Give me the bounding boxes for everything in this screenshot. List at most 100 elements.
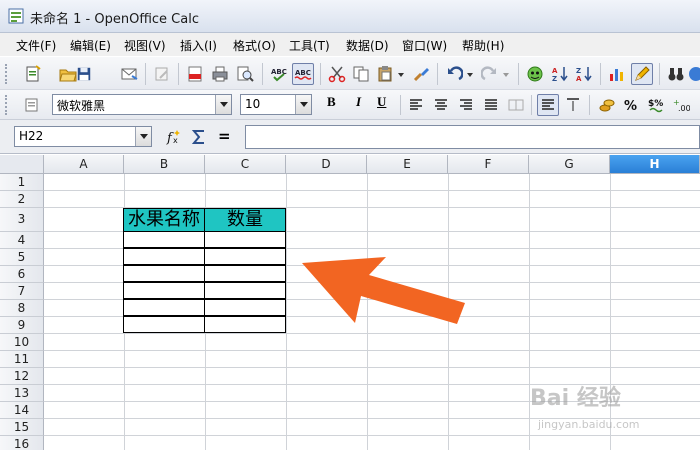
cell-c5[interactable]: [204, 248, 286, 265]
function-button[interactable]: =: [218, 127, 231, 145]
print-button[interactable]: [209, 63, 231, 85]
chevron-down-icon[interactable]: [135, 127, 151, 146]
row-header-10[interactable]: 10: [0, 334, 44, 351]
function-wizard-button[interactable]: fx: [163, 126, 185, 148]
column-header-g[interactable]: G: [529, 155, 610, 174]
cell-b5[interactable]: [123, 248, 205, 265]
navigator-button[interactable]: [524, 63, 546, 85]
row-header-2[interactable]: 2: [0, 191, 44, 208]
row-header-6[interactable]: 6: [0, 266, 44, 283]
cell-b4[interactable]: [123, 231, 205, 248]
toolbar-grip[interactable]: [5, 95, 8, 115]
add-decimal-button[interactable]: + .00: [670, 94, 692, 116]
new-document-button[interactable]: [22, 63, 44, 85]
paste-button[interactable]: [374, 63, 396, 85]
column-header-c[interactable]: C: [205, 155, 286, 174]
menu-window[interactable]: 窗口(W): [402, 37, 447, 54]
cell-b8[interactable]: [123, 299, 205, 316]
clone-formatting-button[interactable]: [410, 63, 432, 85]
cell-c8[interactable]: [204, 299, 286, 316]
column-header-d[interactable]: D: [286, 155, 367, 174]
toolbar-grip[interactable]: [5, 64, 8, 84]
row-header-3[interactable]: 3: [0, 208, 44, 232]
show-draw-functions-button[interactable]: [631, 63, 653, 85]
vertical-align-button[interactable]: [562, 94, 584, 116]
cell-b7[interactable]: [123, 282, 205, 299]
cell-b9[interactable]: [123, 316, 205, 333]
justify-button[interactable]: [480, 94, 502, 116]
sort-ascending-button[interactable]: AZ: [549, 63, 571, 85]
column-header-e[interactable]: E: [367, 155, 448, 174]
insert-chart-button[interactable]: [606, 63, 628, 85]
menu-data[interactable]: 数据(D): [346, 37, 389, 54]
row-header-15[interactable]: 15: [0, 419, 44, 436]
email-button[interactable]: [118, 63, 140, 85]
cell-c3[interactable]: 数量: [204, 208, 286, 232]
column-header-b[interactable]: B: [124, 155, 205, 174]
undo-button[interactable]: [443, 63, 465, 85]
row-header-14[interactable]: 14: [0, 402, 44, 419]
align-right-button[interactable]: [455, 94, 477, 116]
cut-button[interactable]: [326, 63, 348, 85]
chevron-down-icon[interactable]: [295, 95, 311, 114]
row-header-1[interactable]: 1: [0, 174, 44, 191]
cell-c4[interactable]: [204, 231, 286, 248]
spellcheck-button[interactable]: ABC: [268, 63, 290, 85]
help-button[interactable]: [688, 63, 700, 85]
copy-button[interactable]: [350, 63, 372, 85]
row-header-9[interactable]: 9: [0, 317, 44, 334]
menu-file[interactable]: 文件(F): [16, 37, 56, 54]
row-header-5[interactable]: 5: [0, 249, 44, 266]
font-name-combo[interactable]: 微软雅黑: [52, 94, 232, 115]
merge-cells-button[interactable]: [505, 94, 527, 116]
row-header-12[interactable]: 12: [0, 368, 44, 385]
styles-formatting-button[interactable]: [21, 94, 43, 116]
standard-format-button[interactable]: $%: [645, 94, 667, 116]
cell-b3[interactable]: 水果名称: [123, 208, 205, 232]
sort-descending-button[interactable]: ZA: [573, 63, 595, 85]
formula-input[interactable]: [245, 125, 700, 149]
cell-b6[interactable]: [123, 265, 205, 282]
align-center-button[interactable]: [430, 94, 452, 116]
menu-help[interactable]: 帮助(H): [462, 37, 504, 54]
row-header-7[interactable]: 7: [0, 283, 44, 300]
row-header-13[interactable]: 13: [0, 385, 44, 402]
column-header-h[interactable]: H: [610, 155, 700, 174]
percent-format-button[interactable]: %: [620, 94, 642, 116]
find-replace-button[interactable]: [665, 63, 687, 85]
redo-dropdown[interactable]: [501, 63, 511, 85]
select-all-corner[interactable]: [0, 155, 44, 174]
row-header-11[interactable]: 11: [0, 351, 44, 368]
redo-button[interactable]: [479, 63, 501, 85]
print-preview-button[interactable]: [234, 63, 256, 85]
column-header-f[interactable]: F: [448, 155, 529, 174]
menu-view[interactable]: 视图(V): [124, 37, 166, 54]
menu-insert[interactable]: 插入(I): [180, 37, 217, 54]
cell-c7[interactable]: [204, 282, 286, 299]
sum-button[interactable]: [188, 126, 210, 148]
paste-dropdown[interactable]: [396, 63, 406, 85]
menu-edit[interactable]: 编辑(E): [70, 37, 111, 54]
align-left-button[interactable]: [405, 94, 427, 116]
edit-file-button[interactable]: [151, 63, 173, 85]
row-header-4[interactable]: 4: [0, 232, 44, 249]
menu-format[interactable]: 格式(O): [233, 37, 276, 54]
cell-c9[interactable]: [204, 316, 286, 333]
autospellcheck-button[interactable]: ABC: [292, 63, 314, 85]
wrap-text-button[interactable]: [537, 94, 559, 116]
italic-button[interactable]: I: [356, 94, 361, 110]
chevron-down-icon[interactable]: [215, 95, 231, 114]
cell-c6[interactable]: [204, 265, 286, 282]
font-size-combo[interactable]: 10: [240, 94, 312, 115]
row-header-8[interactable]: 8: [0, 300, 44, 317]
currency-format-button[interactable]: [596, 94, 618, 116]
menu-tools[interactable]: 工具(T): [289, 37, 330, 54]
undo-dropdown[interactable]: [465, 63, 475, 85]
save-button[interactable]: [76, 63, 92, 85]
export-pdf-button[interactable]: [184, 63, 206, 85]
row-header-16[interactable]: 16: [0, 436, 44, 450]
underline-button[interactable]: U: [377, 94, 386, 110]
name-box[interactable]: H22: [14, 126, 152, 147]
column-header-a[interactable]: A: [44, 155, 124, 174]
bold-button[interactable]: B: [327, 94, 336, 110]
